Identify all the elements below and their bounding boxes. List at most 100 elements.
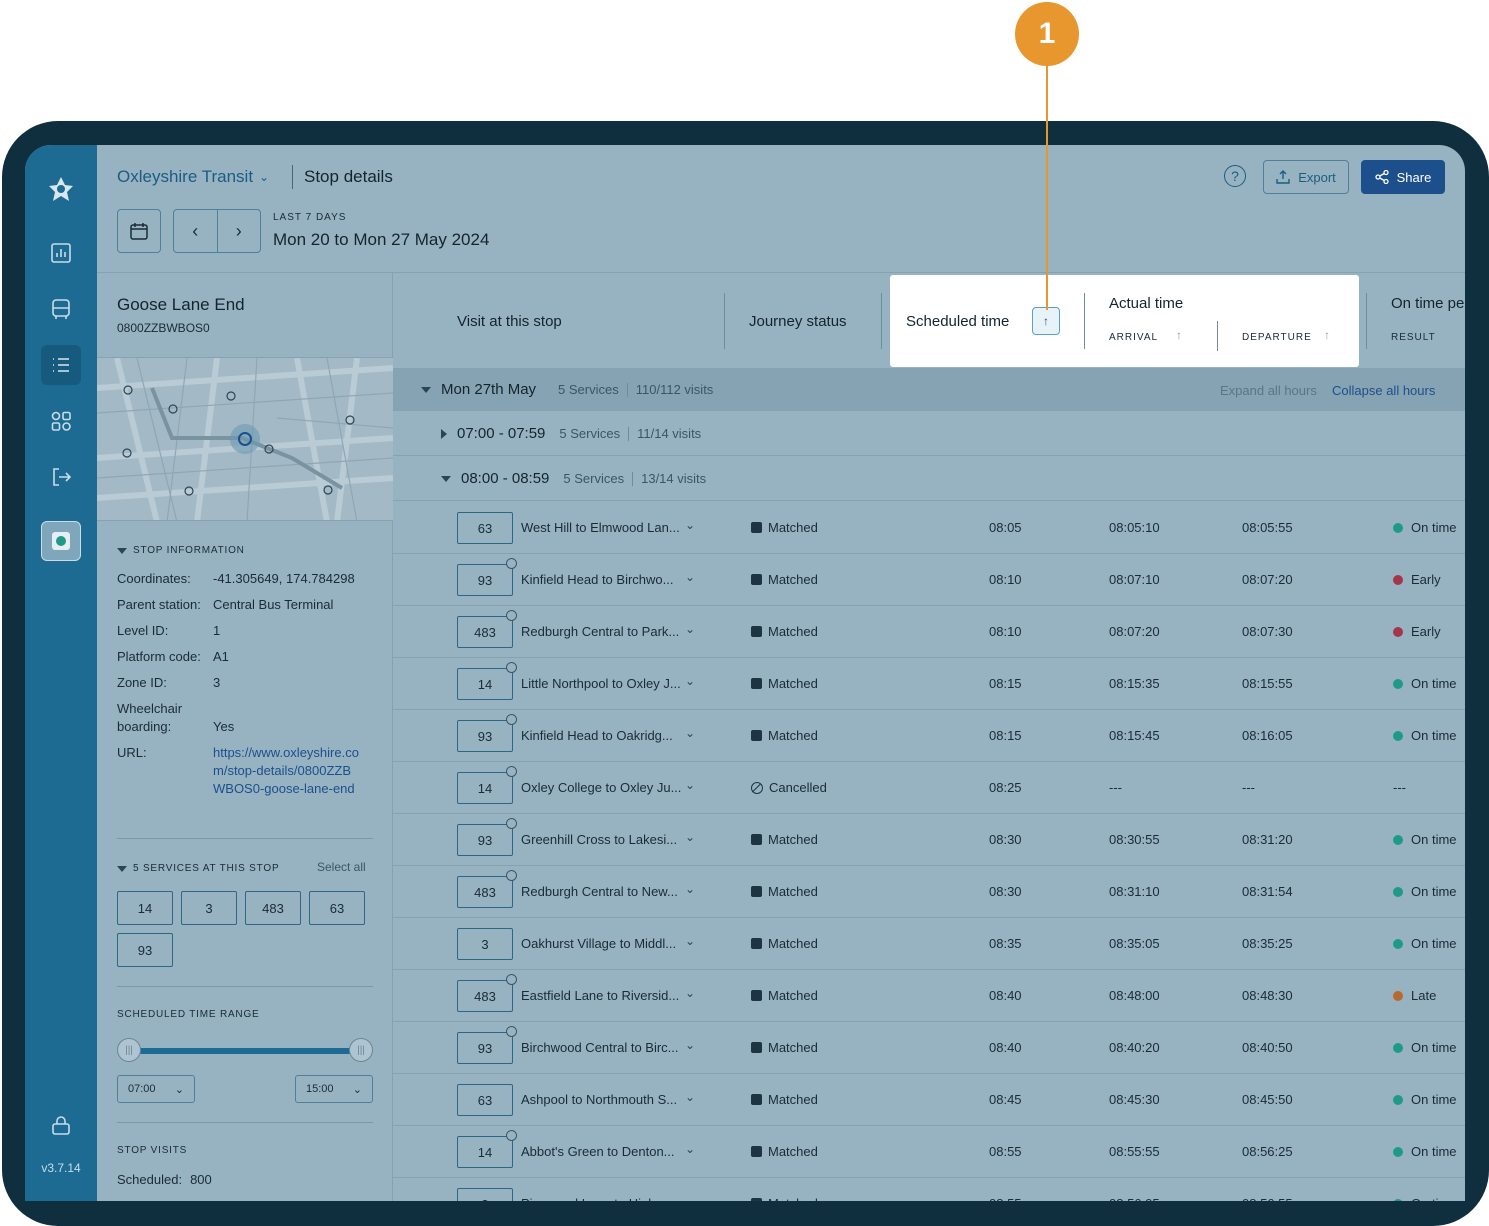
status-label: Matched <box>768 676 818 691</box>
service-chip[interactable]: 483 <box>245 891 301 925</box>
time-range-slider[interactable] <box>129 1048 361 1054</box>
next-period-button[interactable]: › <box>218 210 261 252</box>
route-badge[interactable]: 63 <box>457 1084 513 1116</box>
route-badge[interactable]: 93 <box>457 1032 513 1064</box>
hour-group-row[interactable]: 07:00 - 07:59 5 Services 11/14 visits <box>393 412 1465 456</box>
time-from-select[interactable]: 07:00 ⌄ <box>117 1075 195 1103</box>
expand-all-link[interactable]: Expand all hours <box>1220 383 1317 398</box>
table-row[interactable]: 483 Eastfield Lane to Riversid... ⌄ Matched… <box>393 970 1465 1022</box>
list-icon[interactable] <box>41 345 81 385</box>
col-divider <box>881 293 882 349</box>
date-range: Mon 20 to Mon 27 May 2024 <box>273 230 490 249</box>
result: On time <box>1393 1040 1457 1055</box>
chevron-down-icon[interactable]: ⌄ <box>685 1194 695 1201</box>
matched-icon <box>751 1198 762 1201</box>
scheduled-time: 08:15 <box>989 728 1022 743</box>
export-button[interactable]: Export <box>1263 160 1349 194</box>
journey-status: Matched <box>751 988 818 1003</box>
stop-url-link[interactable]: https://www.oxleyshire.com/stop-details/… <box>213 744 363 798</box>
route-badge[interactable]: 483 <box>457 980 513 1012</box>
day-group-row[interactable]: Mon 27th May 5 Services 110/112 visits E… <box>393 369 1465 411</box>
route-badge[interactable]: 14 <box>457 668 513 700</box>
arrival-label: ARRIVAL <box>1109 332 1159 343</box>
service-chip[interactable]: 63 <box>309 891 365 925</box>
departure-time: 08:56:55 <box>1242 1196 1293 1201</box>
route-badge[interactable]: 3 <box>457 928 513 960</box>
table-row[interactable]: 93 Kinfield Head to Oakridg... ⌄ Matched 08:… <box>393 710 1465 762</box>
org-switcher[interactable]: Oxleyshire Transit ⌄ <box>117 167 269 187</box>
chevron-down-icon[interactable]: ⌄ <box>685 1090 695 1104</box>
service-chip[interactable]: 93 <box>117 933 173 967</box>
analytics-icon[interactable] <box>41 233 81 273</box>
chevron-down-icon[interactable]: ⌄ <box>685 518 695 532</box>
share-button[interactable]: Share <box>1361 160 1445 194</box>
route-badge[interactable]: 14 <box>457 1136 513 1168</box>
logo-icon[interactable] <box>41 169 81 209</box>
sort-arrival-icon[interactable]: ↑ <box>1176 328 1182 342</box>
status-dot <box>1393 522 1403 533</box>
route-badge[interactable]: 483 <box>457 876 513 908</box>
chevron-down-icon[interactable]: ⌄ <box>685 622 695 636</box>
table-row[interactable]: 3 Oakhurst Village to Middl... ⌄ Matched 08:… <box>393 918 1465 970</box>
brand-icon[interactable] <box>41 521 81 561</box>
table-row[interactable]: 483 Redburgh Central to Park... ⌄ Matched 08… <box>393 606 1465 658</box>
table-row[interactable]: 3 Pinewood Lane to Highg... ⌄ Matched 08:55 0… <box>393 1178 1465 1201</box>
sort-scheduled-button[interactable]: ↑ <box>1032 307 1060 335</box>
chevron-down-icon[interactable]: ⌄ <box>685 1038 695 1052</box>
chevron-down-icon[interactable]: ⌄ <box>685 1142 695 1156</box>
route-badge[interactable]: 93 <box>457 824 513 856</box>
app-screen: v3.7.14 Oxleyshire Transit ⌄ Stop detail… <box>25 145 1465 1201</box>
service-chip[interactable]: 14 <box>117 891 173 925</box>
collapse-all-link[interactable]: Collapse all hours <box>1332 383 1435 398</box>
info-key: Parent station: <box>117 597 201 612</box>
calendar-button[interactable] <box>117 209 161 253</box>
logout-icon[interactable] <box>41 457 81 497</box>
table-row[interactable]: 483 Redburgh Central to New... ⌄ Matched 08:… <box>393 866 1465 918</box>
chevron-left-icon: ‹ <box>192 220 199 241</box>
chevron-down-icon[interactable]: ⌄ <box>685 778 695 792</box>
slider-start-handle[interactable]: ||| <box>117 1038 141 1062</box>
services-toggle[interactable]: 5 SERVICES AT THIS STOP <box>117 863 279 874</box>
prev-period-button[interactable]: ‹ <box>174 210 218 252</box>
col-scheduled-time: Scheduled time <box>906 313 1010 330</box>
chevron-down-icon[interactable]: ⌄ <box>685 882 695 896</box>
stop-info-toggle[interactable]: STOP INFORMATION <box>117 545 245 556</box>
route-badge[interactable]: 63 <box>457 512 513 544</box>
table-row[interactable]: 93 Kinfield Head to Birchwo... ⌄ Matched 08:… <box>393 554 1465 606</box>
result: --- <box>1393 780 1406 795</box>
route-badge[interactable]: 483 <box>457 616 513 648</box>
hour-group-row[interactable]: 08:00 - 08:59 5 Services 13/14 visits <box>393 457 1465 501</box>
chevron-down-icon[interactable]: ⌄ <box>685 830 695 844</box>
table-row[interactable]: 14 Little Northpool to Oxley J... ⌄ Matched… <box>393 658 1465 710</box>
table-row[interactable]: 63 Ashpool to Northmouth S... ⌄ Matched 08:4… <box>393 1074 1465 1126</box>
info-key: URL: <box>117 745 147 760</box>
table-row[interactable]: 14 Oxley College to Oxley Ju... ⌄ Cancelled… <box>393 762 1465 814</box>
slider-end-handle[interactable]: ||| <box>349 1038 373 1062</box>
journey-status: Cancelled <box>751 780 827 795</box>
apps-icon[interactable] <box>41 401 81 441</box>
lock-icon[interactable] <box>41 1105 81 1145</box>
help-icon[interactable]: ? <box>1224 165 1246 187</box>
route-badge[interactable]: 93 <box>457 564 513 596</box>
bus-icon[interactable] <box>41 289 81 329</box>
scheduled-time: 08:15 <box>989 676 1022 691</box>
table-row[interactable]: 93 Birchwood Central to Birc... ⌄ Matched 08… <box>393 1022 1465 1074</box>
route-badge[interactable]: 14 <box>457 772 513 804</box>
time-to-select[interactable]: 15:00 ⌄ <box>295 1075 373 1103</box>
chevron-down-icon[interactable]: ⌄ <box>685 726 695 740</box>
sort-departure-icon[interactable]: ↑ <box>1324 328 1330 342</box>
scheduled-time: 08:30 <box>989 832 1022 847</box>
route-badge[interactable]: 93 <box>457 720 513 752</box>
route-badge[interactable]: 3 <box>457 1188 513 1201</box>
table-row[interactable]: 14 Abbot's Green to Denton... ⌄ Matched 08:5… <box>393 1126 1465 1178</box>
service-chip[interactable]: 3 <box>181 891 237 925</box>
chevron-down-icon[interactable]: ⌄ <box>685 674 695 688</box>
select-all-link[interactable]: Select all <box>317 860 366 874</box>
table-row[interactable]: 93 Greenhill Cross to Lakesi... ⌄ Matched 08… <box>393 814 1465 866</box>
chevron-down-icon[interactable]: ⌄ <box>685 934 695 948</box>
chevron-down-icon[interactable]: ⌄ <box>685 986 695 1000</box>
status-dot <box>1393 730 1403 741</box>
stop-map[interactable] <box>97 357 393 521</box>
chevron-down-icon[interactable]: ⌄ <box>685 570 695 584</box>
table-row[interactable]: 63 West Hill to Elmwood Lan... ⌄ Matched 08:… <box>393 502 1465 554</box>
